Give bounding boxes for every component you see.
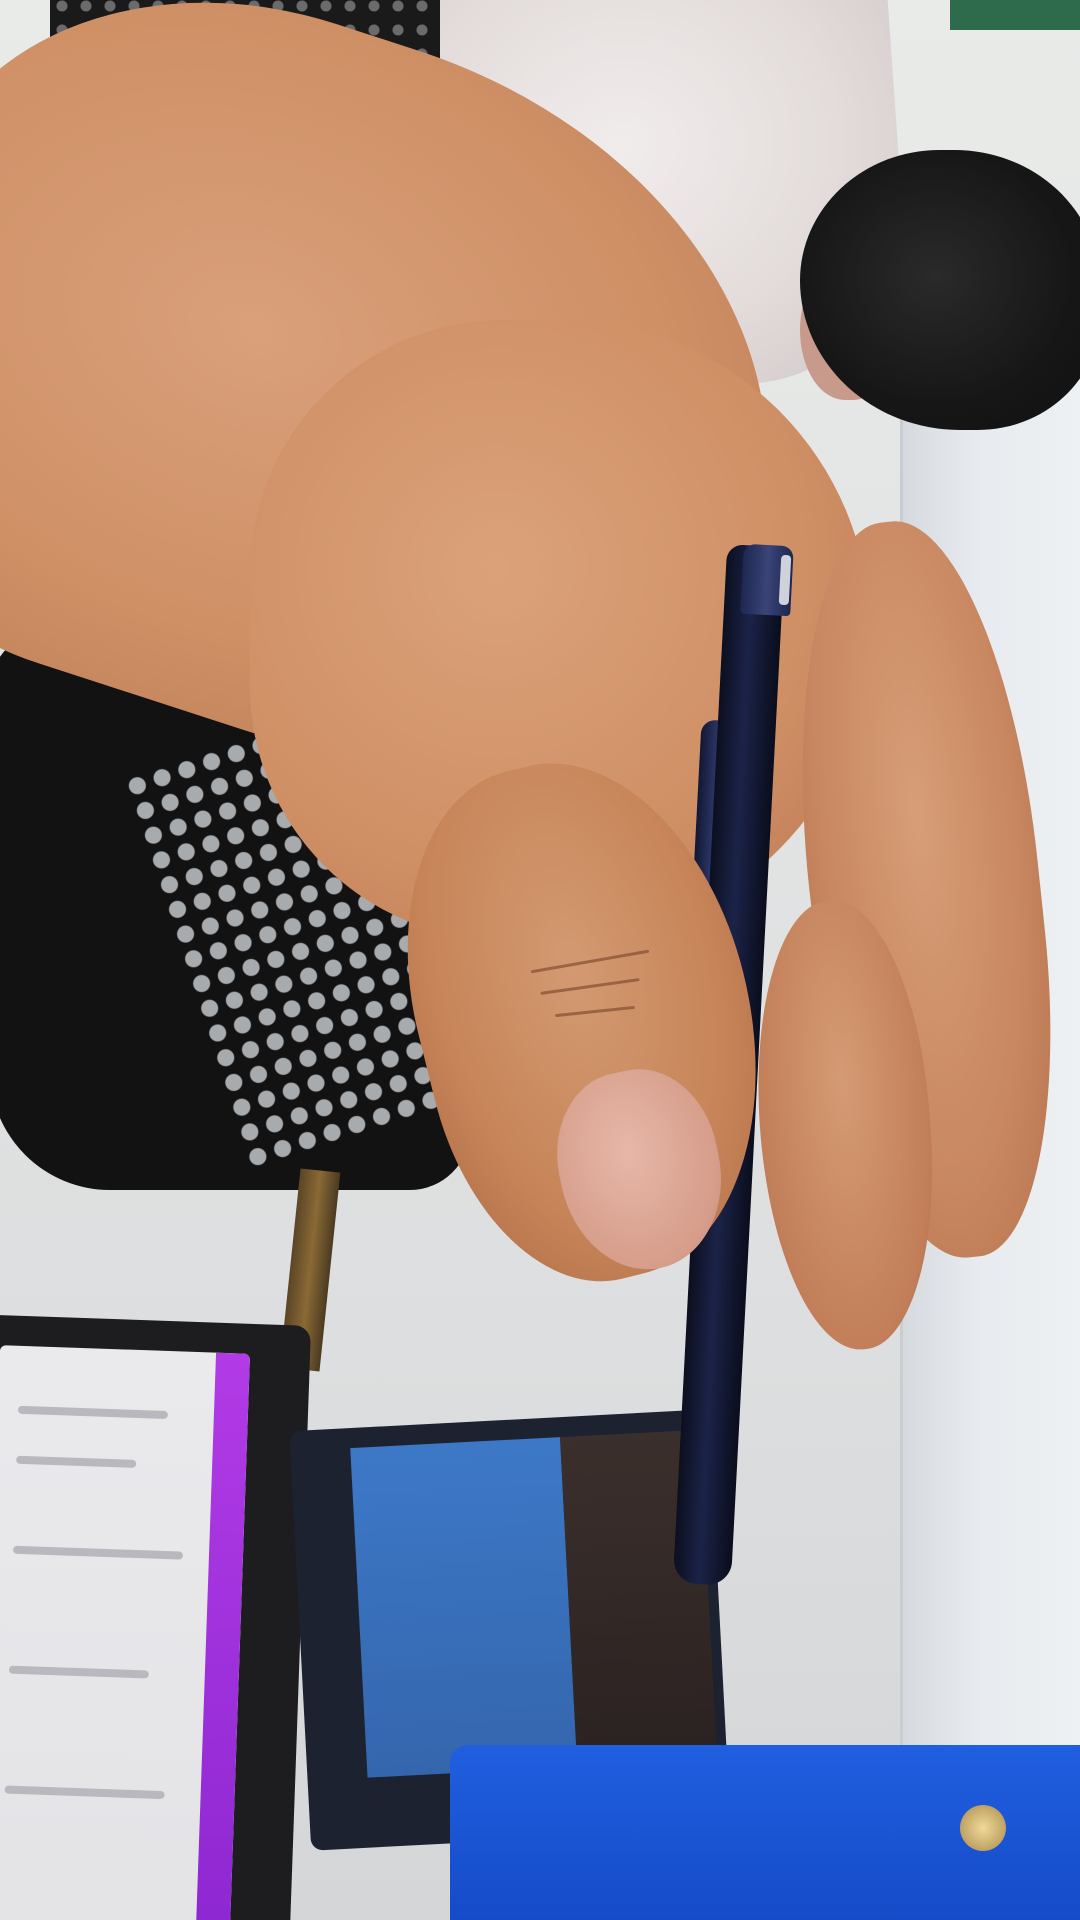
photo-scene <box>0 0 1080 1920</box>
laptop-text-line <box>8 1665 149 1679</box>
laptop-text-line <box>16 1455 137 1468</box>
laptop-text-line <box>12 1545 184 1560</box>
laptop-screen-purple-bar <box>195 1352 251 1920</box>
background-green-edge <box>950 0 1080 30</box>
laptop-text-line <box>4 1785 165 1800</box>
folder-button <box>960 1805 1006 1851</box>
tablet-screen-blue <box>350 1437 578 1778</box>
laptop <box>0 1314 312 1920</box>
laptop-text-line <box>17 1405 169 1420</box>
laptop-screen <box>0 1345 251 1920</box>
